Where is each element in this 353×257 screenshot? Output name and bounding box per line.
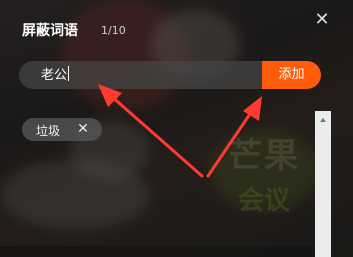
bottom-bar <box>0 246 315 257</box>
chevron-up-icon[interactable] <box>315 115 331 125</box>
close-icon[interactable]: ✕ <box>312 10 332 30</box>
scrollbar[interactable] <box>315 111 331 257</box>
input-text: 老公 <box>41 68 68 83</box>
add-button[interactable]: 添加 <box>262 61 321 89</box>
word-counter: 1/10 <box>101 24 126 37</box>
block-word-input[interactable]: 老公 <box>19 61 263 89</box>
text-caret <box>68 66 70 81</box>
blocked-word-tag: 垃圾 ✕ <box>22 118 102 141</box>
tag-remove-icon[interactable]: ✕ <box>75 120 91 138</box>
block-word-input-value[interactable]: 老公 <box>41 66 70 85</box>
tag-label: 垃圾 <box>36 124 61 138</box>
panel-title: 屏蔽词语 <box>22 23 78 39</box>
